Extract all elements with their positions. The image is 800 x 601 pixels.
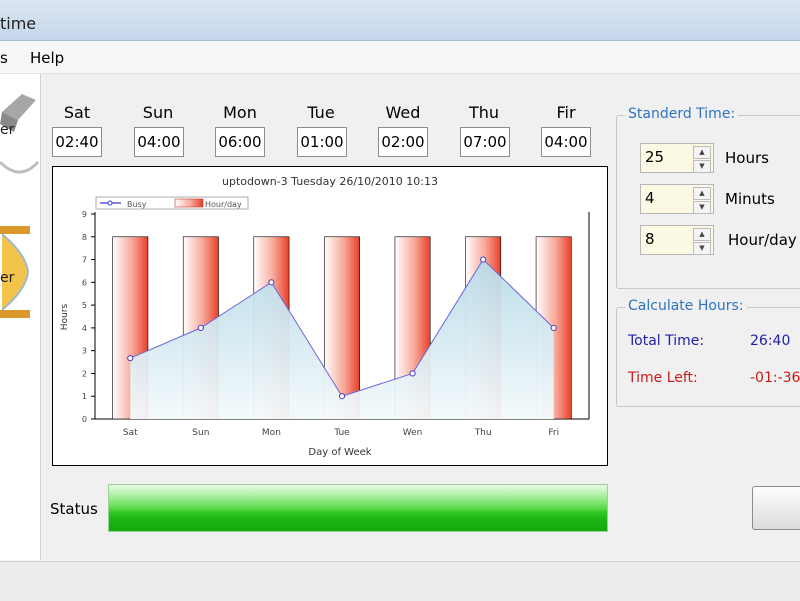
menu-bar: s Help <box>0 41 800 74</box>
hour-day-label: Hour/day <box>728 231 797 249</box>
x-tick-label: Wen <box>403 428 423 438</box>
left-button-label-1: er <box>0 122 15 138</box>
busy-point <box>550 324 557 331</box>
x-tick-label: Sat <box>123 428 138 438</box>
status-progress-bar <box>108 484 608 532</box>
minutes-input[interactable] <box>641 185 689 211</box>
y-axis-label: Hours <box>60 304 70 331</box>
day-label-tue: Tue <box>307 103 335 122</box>
y-tick-label: 7 <box>82 256 87 265</box>
menu-item-help[interactable]: Help <box>30 49 64 67</box>
minutes-up-arrow-icon[interactable]: ▲ <box>693 187 711 200</box>
y-tick-label: 3 <box>82 347 87 356</box>
calculate-hours-title: Calculate Hours: <box>625 298 747 314</box>
chart-title: uptodown-3 Tuesday 26/10/2010 10:13 <box>222 175 438 188</box>
y-tick-label: 6 <box>82 278 87 287</box>
y-tick-label: 2 <box>82 369 87 378</box>
time-left-value: -01:-36 <box>750 370 800 386</box>
calculate-hours-group: Calculate Hours: <box>616 298 800 407</box>
standard-time-title: Standerd Time: <box>625 106 739 122</box>
y-tick-label: 0 <box>82 415 87 424</box>
y-tick-label: 1 <box>82 392 87 401</box>
thu-time-input[interactable] <box>460 127 510 157</box>
y-tick-label: 9 <box>82 210 87 219</box>
legend-busy-label: Busy <box>127 200 147 209</box>
minutes-down-arrow-icon[interactable]: ▼ <box>693 201 711 214</box>
tue-time-input[interactable] <box>297 127 347 157</box>
hours-up-arrow-icon[interactable]: ▲ <box>693 146 711 159</box>
busy-point <box>197 324 204 331</box>
y-tick-label: 4 <box>82 324 87 333</box>
fir-time-input[interactable] <box>541 127 591 157</box>
left-panel: er er <box>0 74 41 560</box>
busy-point <box>480 256 487 263</box>
sat-time-input[interactable] <box>52 127 102 157</box>
hour-day-down-arrow-icon[interactable]: ▼ <box>693 242 711 255</box>
title-bar: time <box>0 0 800 41</box>
mon-time-input[interactable] <box>215 127 265 157</box>
day-label-sat: Sat <box>63 103 91 122</box>
legend-busy-marker <box>107 200 113 206</box>
busy-point <box>268 279 275 286</box>
day-label-sun: Sun <box>142 103 174 122</box>
y-tick-label: 8 <box>82 233 87 242</box>
status-label: Status <box>50 500 98 518</box>
hour-day-input[interactable] <box>641 226 689 252</box>
menu-item-partial[interactable]: s <box>0 49 8 67</box>
x-axis-label: Day of Week <box>308 447 371 458</box>
hours-down-arrow-icon[interactable]: ▼ <box>693 160 711 173</box>
chart-legend: Busy Hour/day <box>95 196 249 210</box>
hours-input[interactable] <box>641 144 689 170</box>
hours-label: Hours <box>725 149 769 167</box>
day-label-fir: Fir <box>556 103 576 122</box>
hour-day-spinner[interactable]: ▲▼ <box>640 225 714 255</box>
x-tick-label: Sun <box>192 428 209 438</box>
x-tick-label: Fri <box>548 428 559 438</box>
hour-day-up-arrow-icon[interactable]: ▲ <box>693 228 711 241</box>
window-title: time <box>0 14 37 33</box>
x-tick-label: Mon <box>262 428 281 438</box>
wed-time-input[interactable] <box>378 127 428 157</box>
minutes-label: Minuts <box>725 190 775 208</box>
action-button[interactable] <box>752 486 800 530</box>
chart-panel: uptodown-3 Tuesday 26/10/2010 10:13 Busy… <box>52 166 608 466</box>
total-time-value: 26:40 <box>750 333 791 349</box>
x-tick-label: Thu <box>474 428 492 438</box>
y-tick-label: 5 <box>82 301 87 310</box>
legend-hourday-swatch <box>174 198 204 208</box>
minutes-spinner[interactable]: ▲▼ <box>640 184 714 214</box>
sun-time-input[interactable] <box>134 127 184 157</box>
x-tick-label: Tue <box>333 428 350 438</box>
busy-point <box>338 393 346 400</box>
status-bar <box>0 561 800 601</box>
day-label-mon: Mon <box>223 103 257 122</box>
legend-hourday-label: Hour/day <box>205 200 242 209</box>
day-label-wed: Wed <box>385 103 421 122</box>
left-button-label-2: er <box>0 270 15 286</box>
time-left-label: Time Left: <box>628 370 698 386</box>
total-time-label: Total Time: <box>628 333 705 349</box>
busy-point <box>409 370 416 377</box>
hours-chart: uptodown-3 Tuesday 26/10/2010 10:13 Busy… <box>60 175 590 458</box>
day-label-thu: Thu <box>468 103 500 122</box>
busy-point <box>127 355 134 362</box>
hours-spinner[interactable]: ▲▼ <box>640 143 714 173</box>
